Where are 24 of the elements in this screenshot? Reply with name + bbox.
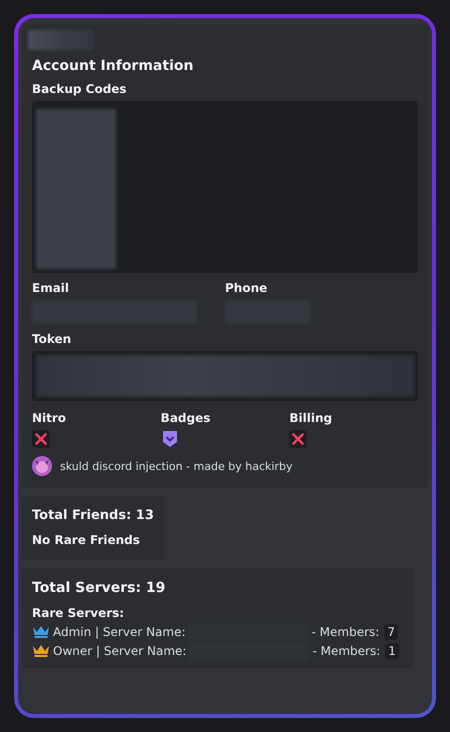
members-label: - Members: <box>312 644 380 658</box>
embed-text: No Rare Friends <box>32 533 141 547</box>
member-count: 1 <box>385 642 399 658</box>
field-label: Phone <box>225 281 268 295</box>
embed-title: Total Friends: 13 <box>32 508 154 523</box>
avatar-icon <box>32 456 52 476</box>
cross-icon <box>289 430 308 448</box>
redacted-block <box>28 30 94 50</box>
footer-text: skuld discord injection - made by hackirby <box>60 460 292 472</box>
embed-title: Account Information <box>32 58 194 74</box>
shield-badge-icon <box>160 430 179 448</box>
field-label: Badges <box>160 411 212 425</box>
field-label: Nitro <box>32 411 68 425</box>
field-label: Billing <box>289 411 334 425</box>
server-role-text: Admin | Server Name: <box>53 624 186 638</box>
field-label: Email <box>32 281 70 295</box>
server-role-text: Owner | Server Name: <box>53 644 186 658</box>
embed-title: Total Servers: 19 <box>32 580 166 596</box>
members-label: - Members: <box>312 624 380 638</box>
embed-text: Rare Servers: <box>32 606 126 620</box>
cross-icon <box>32 430 50 448</box>
field-label: Backup Codes <box>32 82 128 96</box>
field-label: Token <box>32 332 72 346</box>
member-count: 7 <box>384 624 398 640</box>
